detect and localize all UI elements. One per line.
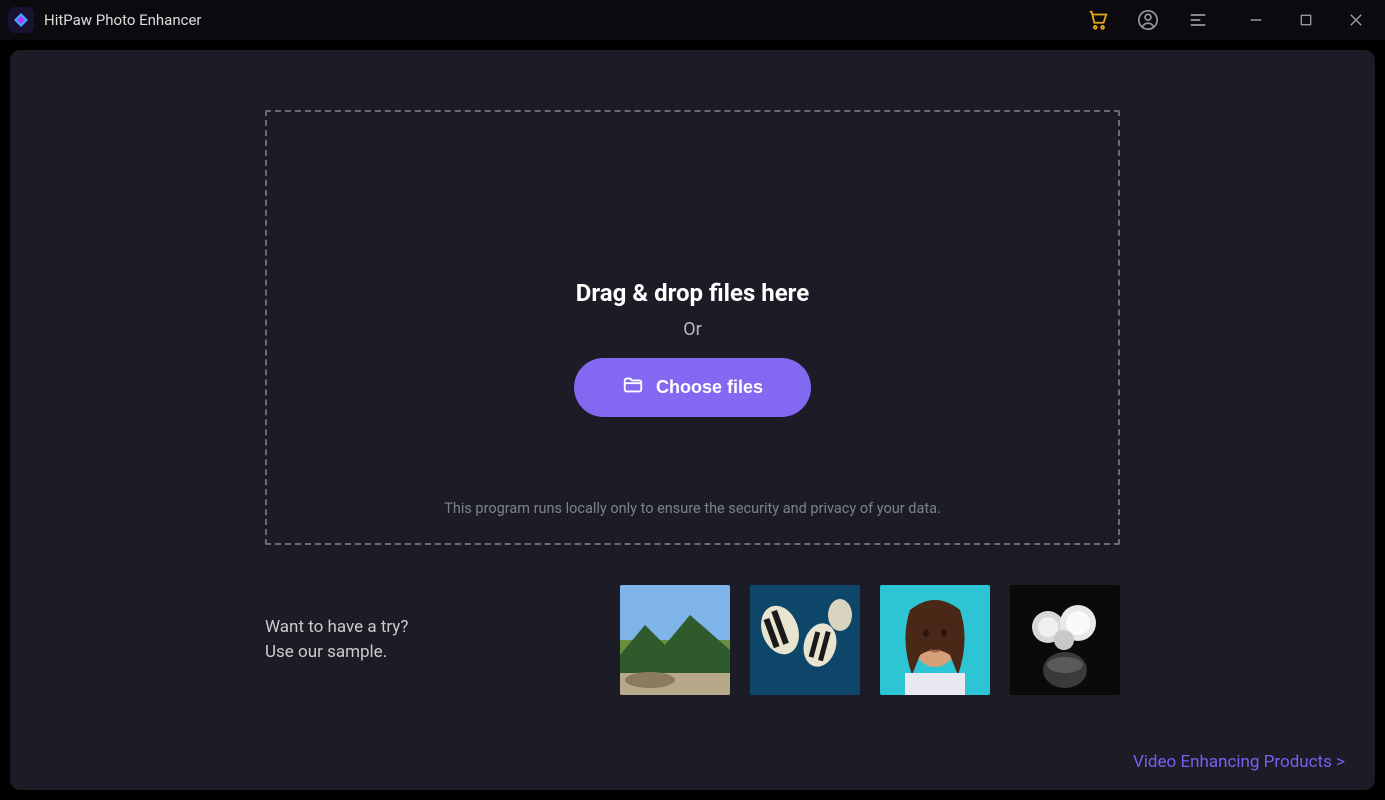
drop-heading: Drag & drop files here [576, 279, 809, 307]
cart-icon[interactable] [1087, 9, 1109, 31]
user-icon[interactable] [1137, 9, 1159, 31]
main-panel: Drag & drop files here Or Choose files T… [10, 50, 1375, 790]
menu-icon[interactable] [1187, 9, 1209, 31]
titlebar: HitPaw Photo Enhancer [0, 0, 1385, 40]
sample-row: Want to have a try? Use our sample. [265, 585, 1120, 695]
sample-portrait[interactable] [880, 585, 990, 695]
sample-text-line2: Use our sample. [265, 640, 620, 666]
app-logo [8, 7, 34, 33]
drop-or: Or [683, 319, 701, 340]
privacy-text: This program runs locally only to ensure… [444, 500, 941, 517]
folder-icon [622, 374, 644, 401]
sample-thumbnails [620, 585, 1120, 695]
app-title: HitPaw Photo Enhancer [44, 11, 202, 29]
app-body: Drag & drop files here Or Choose files T… [0, 40, 1385, 800]
close-icon[interactable] [1345, 9, 1367, 31]
sample-landscape[interactable] [620, 585, 730, 695]
sample-fish[interactable] [750, 585, 860, 695]
sample-flowers[interactable] [1010, 585, 1120, 695]
maximize-icon[interactable] [1295, 9, 1317, 31]
sample-text-line1: Want to have a try? [265, 615, 620, 641]
sample-text: Want to have a try? Use our sample. [265, 615, 620, 666]
minimize-icon[interactable] [1245, 9, 1267, 31]
drop-zone[interactable]: Drag & drop files here Or Choose files T… [265, 110, 1120, 545]
choose-files-button[interactable]: Choose files [574, 358, 811, 417]
video-products-link[interactable]: Video Enhancing Products > [1133, 752, 1345, 772]
choose-files-label: Choose files [656, 377, 763, 398]
